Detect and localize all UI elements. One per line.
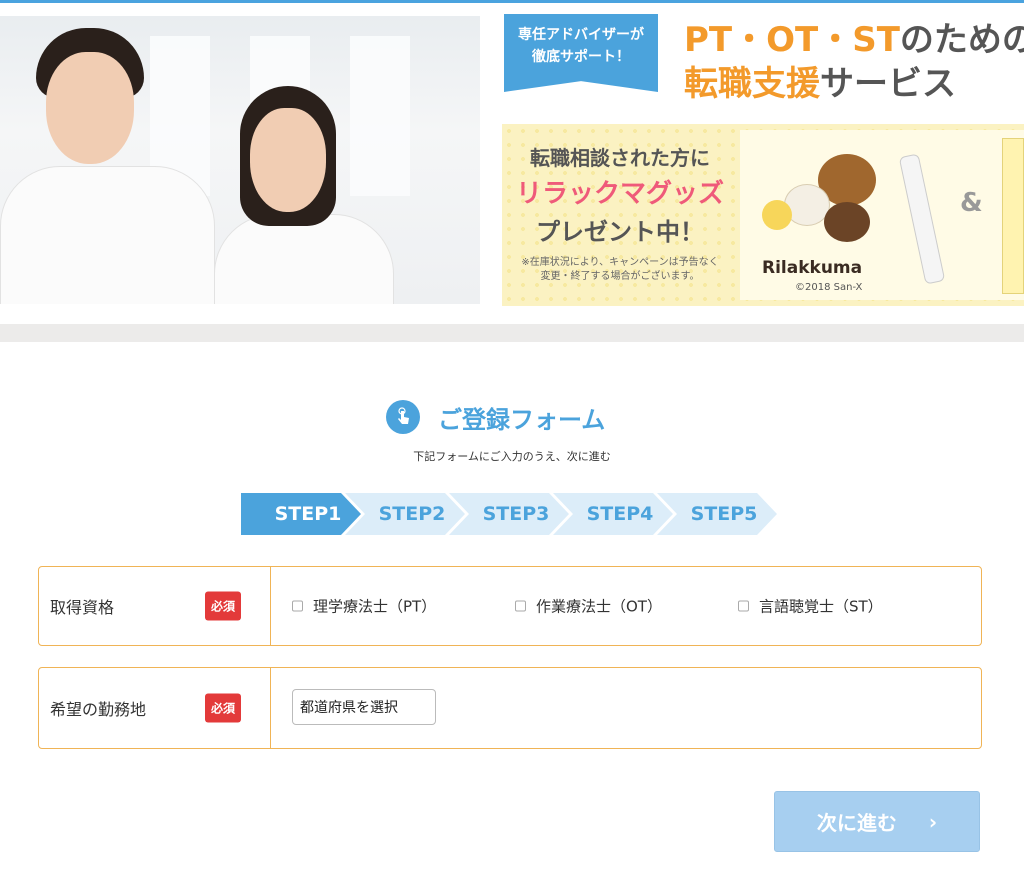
required-badge: 必須: [205, 591, 242, 621]
form-title: ご登録フォーム: [386, 399, 605, 435]
step-5: STEP5: [657, 493, 777, 535]
step-progress: STEP1 STEP2 STEP3 STEP4 STEP5: [241, 493, 777, 535]
promo-line-3: プレゼント中！: [536, 218, 704, 246]
pen-image: [898, 153, 946, 285]
next-button-label: 次に進む: [816, 811, 897, 835]
form-title-text: ご登録フォーム: [438, 405, 606, 434]
option-st[interactable]: 言語聴覚士（ST）: [738, 596, 961, 617]
checkbox-pt[interactable]: [292, 600, 303, 612]
step-4: STEP4: [553, 493, 673, 535]
promo-line-1: 転職相談された方に: [530, 146, 710, 170]
tap-hand-icon: [386, 400, 420, 434]
promo-line-2: リラックマグッズ: [515, 179, 724, 209]
next-button[interactable]: 次に進む ›: [774, 791, 980, 852]
prefecture-select[interactable]: 都道府県を選択: [292, 689, 436, 725]
checkbox-st[interactable]: [738, 600, 749, 612]
step-2: STEP2: [345, 493, 465, 535]
top-accent-line: [0, 0, 1024, 3]
notebook-image: [1002, 138, 1024, 294]
qualification-row: 取得資格 必須 理学療法士（PT） 作業療法士（OT） 言語聴覚士（ST）: [38, 566, 982, 646]
option-ot[interactable]: 作業療法士（OT）: [515, 596, 738, 617]
step-1: STEP1: [241, 493, 361, 535]
step-3: STEP3: [449, 493, 569, 535]
qualification-options: 理学療法士（PT） 作業療法士（OT） 言語聴覚士（ST）: [292, 596, 961, 617]
chevron-right-icon: ›: [928, 809, 938, 834]
checkbox-ot[interactable]: [515, 600, 526, 612]
work-location-row: 希望の勤務地 必須 都道府県を選択: [38, 667, 982, 749]
ampersand: &: [960, 188, 983, 218]
form-subtitle: 下記フォームにご入力のうえ、次に進む: [413, 450, 611, 463]
copyright-text: ©2018 San-X: [795, 282, 863, 293]
hero-banner: 専任アドバイザーが 徹底サポート！ PT・OT・STのための 転職支援サービス …: [0, 14, 1024, 306]
promo-note: ※在庫状況により、キャンペーンは予告なく 変更・終了する場合がございます。: [521, 257, 719, 282]
present-campaign-banner: 転職相談された方に リラックマグッズ プレゼント中！ ※在庫状況により、キャンペ…: [502, 124, 1024, 306]
advisor-support-badge: 専任アドバイザーが 徹底サポート！: [504, 14, 658, 92]
qualification-label: 取得資格: [50, 598, 115, 617]
character-name: Rilakkuma: [762, 258, 863, 278]
section-divider: [0, 324, 1024, 342]
service-headline: PT・OT・STのための 転職支援サービス: [684, 20, 1024, 104]
staff-photo: [0, 16, 480, 304]
rilakkuma-goods-image: Rilakkuma ©2018 San-X &: [740, 130, 1024, 300]
work-location-label: 希望の勤務地: [50, 700, 147, 719]
required-badge: 必須: [205, 693, 242, 723]
option-pt[interactable]: 理学療法士（PT）: [292, 596, 515, 617]
